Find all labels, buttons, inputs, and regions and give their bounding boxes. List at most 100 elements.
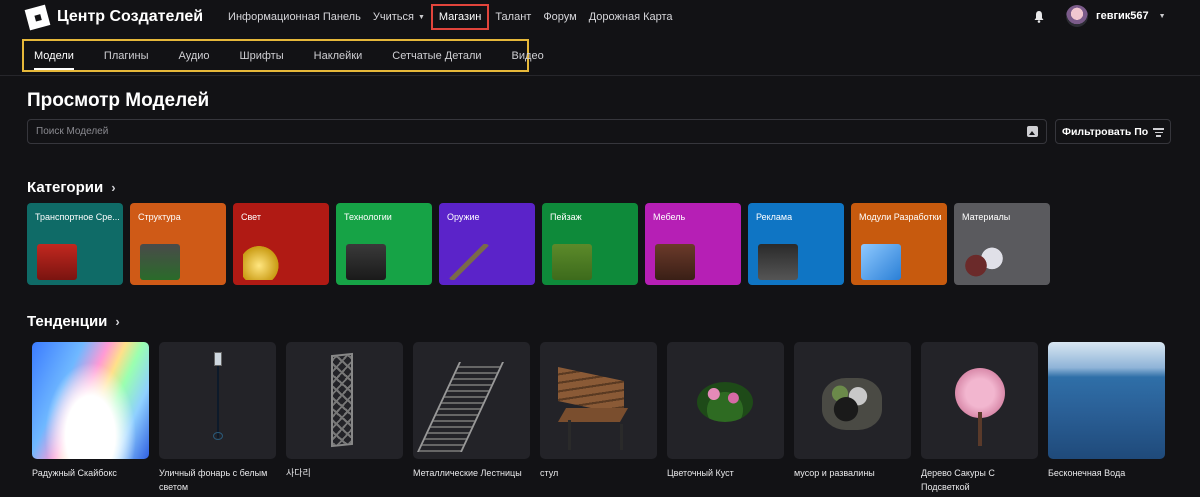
- trending-thumbnail: [1048, 342, 1165, 459]
- nav-label: Информационная Панель: [228, 11, 361, 23]
- trending-card[interactable]: Уличный фонарь с белым светом: [159, 342, 276, 494]
- category-card-structure[interactable]: Структура: [130, 203, 226, 285]
- category-card-technology[interactable]: Технологии: [336, 203, 432, 285]
- category-thumbnail: [243, 244, 283, 280]
- category-card-weapons[interactable]: Оружие: [439, 203, 535, 285]
- roblox-logo-icon: [24, 4, 51, 30]
- trending-label: Радужный Скайбокс: [32, 468, 117, 478]
- filter-label: Фильтровать По: [1062, 125, 1149, 138]
- trending-thumbnail: [32, 342, 149, 459]
- tab-meshparts[interactable]: Сетчатые Детали: [392, 41, 481, 70]
- category-card-light[interactable]: Свет: [233, 203, 329, 285]
- nav-label: Учиться: [372, 11, 414, 23]
- trending-card[interactable]: мусор и развалины: [794, 342, 911, 480]
- tab-plugins[interactable]: Плагины: [104, 41, 149, 70]
- top-bar: Центр Создателей Информационная Панель У…: [0, 0, 1200, 34]
- main-nav: Информационная Панель Учиться ▼ Магазин Т…: [222, 4, 679, 30]
- tab-label: Наклейки: [313, 49, 363, 62]
- user-menu[interactable]: гевгик567 ▼: [1066, 5, 1166, 27]
- trending-thumbnail: [794, 342, 911, 459]
- category-thumbnail: [346, 244, 386, 280]
- tab-label: Модели: [34, 49, 74, 62]
- category-label: Оружие: [447, 212, 480, 222]
- category-card-materials[interactable]: Материалы: [954, 203, 1050, 285]
- category-label: Пейзаж: [550, 212, 582, 222]
- category-card-landscape[interactable]: Пейзаж: [542, 203, 638, 285]
- category-thumbnail: [37, 244, 77, 280]
- category-label: Материалы: [962, 212, 1011, 222]
- search-bar[interactable]: [27, 119, 1047, 144]
- trending-label: мусор и развалины: [794, 468, 875, 478]
- trending-thumbnail: [540, 342, 657, 459]
- nav-item-store[interactable]: Магазин: [430, 4, 490, 30]
- chevron-down-icon: ▼: [417, 13, 425, 21]
- category-label: Технологии: [344, 212, 392, 222]
- trending-title: Тенденции: [27, 313, 108, 330]
- nav-item-talent[interactable]: Талант: [489, 4, 537, 30]
- trending-label: Бесконечная Вода: [1048, 468, 1126, 478]
- chevron-right-icon: ›: [115, 314, 120, 329]
- category-label: Мебель: [653, 212, 686, 222]
- category-label: Транспортное Сре...: [35, 212, 120, 222]
- categories-heading[interactable]: Категории ›: [27, 179, 116, 196]
- chevron-down-icon: ▼: [1158, 12, 1166, 20]
- asset-type-tabs: Модели Плагины Аудио Шрифты Наклейки Сет…: [22, 39, 544, 72]
- trending-label: Дерево Сакуры С Подсветкой: [921, 468, 995, 492]
- trending-thumbnail: [159, 342, 276, 459]
- bell-icon[interactable]: [1033, 10, 1045, 23]
- trending-heading[interactable]: Тенденции ›: [27, 313, 120, 330]
- tab-label: Сетчатые Детали: [392, 49, 482, 62]
- nav-item-dashboard[interactable]: Информационная Панель: [222, 4, 367, 30]
- nav-label: Магазин: [438, 11, 482, 23]
- trending-label: Цветочный Куст: [667, 468, 734, 478]
- trending-label: 사다리: [286, 468, 311, 478]
- category-label: Реклама: [756, 212, 793, 222]
- category-thumbnail: [861, 244, 901, 280]
- trending-card[interactable]: Бесконечная Вода: [1048, 342, 1165, 480]
- tab-decals[interactable]: Наклейки: [314, 41, 363, 70]
- category-thumbnail: [964, 244, 1004, 280]
- filter-button[interactable]: Фильтровать По: [1055, 119, 1171, 144]
- nav-item-forum[interactable]: Форум: [537, 4, 582, 30]
- tab-fonts[interactable]: Шрифты: [240, 41, 284, 70]
- trending-card[interactable]: Металлические Лестницы: [413, 342, 530, 480]
- search-input[interactable]: [36, 126, 996, 137]
- tab-label: Аудио: [178, 49, 210, 62]
- nav-item-roadmap[interactable]: Дорожная Карта: [583, 4, 679, 30]
- chevron-right-icon: ›: [111, 180, 116, 195]
- tab-videos[interactable]: Видео: [512, 41, 544, 70]
- trending-thumbnail: [667, 342, 784, 459]
- categories-title: Категории: [27, 179, 104, 196]
- nav-label: Дорожная Карта: [588, 11, 673, 23]
- trending-label: Металлические Лестницы: [413, 468, 522, 478]
- avatar: [1066, 5, 1088, 27]
- trending-card[interactable]: стул: [540, 342, 657, 480]
- nav-label: Талант: [495, 11, 532, 23]
- trending-card[interactable]: Радужный Скайбокс: [32, 342, 149, 480]
- trending-card[interactable]: Цветочный Куст: [667, 342, 784, 480]
- logo-text: Центр Создателей: [57, 8, 204, 25]
- tab-models[interactable]: Модели: [34, 41, 74, 70]
- category-thumbnail: [655, 244, 695, 280]
- nav-label: Форум: [543, 11, 577, 23]
- trending-label: Уличный фонарь с белым светом: [159, 468, 268, 492]
- trending-card[interactable]: 사다리: [286, 342, 403, 480]
- category-thumbnail: [140, 244, 180, 280]
- tab-audio[interactable]: Аудио: [179, 41, 210, 70]
- category-label: Структура: [138, 212, 181, 222]
- category-label: Свет: [241, 212, 262, 222]
- category-card-furniture[interactable]: Мебель: [645, 203, 741, 285]
- trending-thumbnail: [921, 342, 1038, 459]
- nav-item-learn[interactable]: Учиться ▼: [367, 4, 431, 30]
- category-thumbnail: [449, 244, 489, 280]
- trending-label: стул: [540, 468, 559, 478]
- filter-icon: [1153, 128, 1164, 137]
- category-card-advertising[interactable]: Реклама: [748, 203, 844, 285]
- category-thumbnail: [552, 244, 592, 280]
- logo[interactable]: Центр Создателей: [24, 4, 204, 30]
- category-card-dev-modules[interactable]: Модули Разработки: [851, 203, 947, 285]
- image-search-icon[interactable]: [1027, 126, 1038, 137]
- category-card-vehicles[interactable]: Транспортное Сре...: [27, 203, 123, 285]
- tab-label: Шрифты: [239, 49, 284, 62]
- trending-card[interactable]: Дерево Сакуры С Подсветкой: [921, 342, 1038, 494]
